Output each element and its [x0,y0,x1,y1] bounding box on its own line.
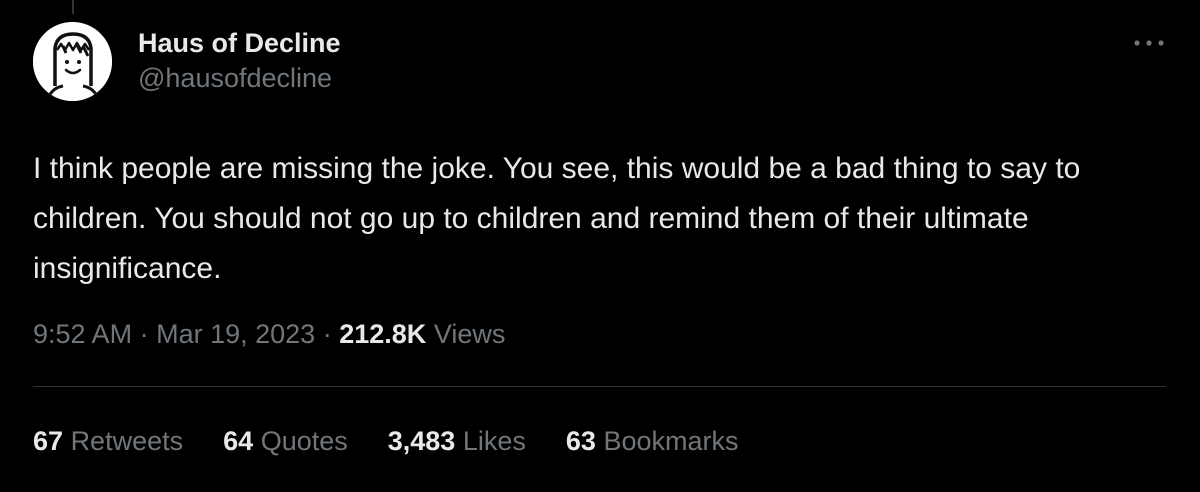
bookmarks-label: Bookmarks [603,426,739,456]
bookmarks-stat[interactable]: 63 Bookmarks [566,421,739,461]
quotes-stat[interactable]: 64 Quotes [223,421,348,461]
quotes-count: 64 [223,426,254,456]
tweet-meta: 9:52 AM · Mar 19, 2023 · 212.8K Views [33,314,505,354]
tweet-text: I think people are missing the joke. You… [33,152,1081,285]
bookmarks-count: 63 [565,426,596,456]
author-names: Haus of Decline @hausofdecline [138,26,341,95]
meta-separator: · [322,319,332,349]
retweets-label: Retweets [70,426,184,456]
more-horizontal-icon [1134,40,1164,46]
quotes-label: Quotes [260,426,348,456]
retweets-stat[interactable]: 67 Retweets [33,421,183,461]
author-handle[interactable]: @hausofdecline [138,61,341,95]
views-count: 212.8K [339,319,427,349]
tweet-stats: 67 Retweets 64 Quotes 3,483 Likes 63 Boo… [33,421,738,461]
meta-separator: · [139,319,149,349]
avatar[interactable] [33,22,112,101]
likes-stat[interactable]: 3,483 Likes [388,421,526,461]
tweet-header: Haus of Decline @hausofdecline [33,22,1167,102]
author-display-name[interactable]: Haus of Decline [138,26,341,60]
thread-connector-line [72,0,74,14]
more-options-button[interactable] [1131,32,1167,54]
divider [33,386,1166,387]
tweet-date[interactable]: Mar 19, 2023 [156,319,315,349]
likes-count: 3,483 [387,426,456,456]
views-label: Views [433,319,506,349]
retweets-count: 67 [33,426,64,456]
tweet-time[interactable]: 9:52 AM [33,319,132,349]
likes-label: Likes [462,426,526,456]
cartoon-face-avatar-icon [33,22,112,101]
